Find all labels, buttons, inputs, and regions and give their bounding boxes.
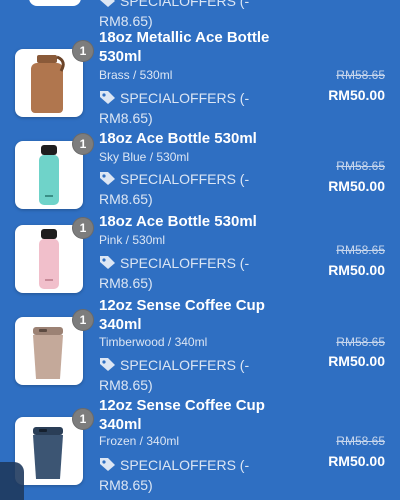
original-price: RM58.65 xyxy=(336,159,385,173)
cart-item-list: SPECIALOFFERS (- RM8.65) 1 18oz Metallic… xyxy=(0,0,400,500)
discounted-price: RM50.00 xyxy=(328,262,385,278)
discounted-price: RM50.00 xyxy=(328,178,385,194)
discount-code-line2: RM8.65) xyxy=(99,191,153,207)
discount-code-line2: RM8.65) xyxy=(99,275,153,291)
discount-code-line1: SPECIALOFFERS (- xyxy=(120,357,250,373)
product-thumbnail xyxy=(15,317,83,385)
discounted-price: RM50.00 xyxy=(328,453,385,469)
quantity-badge: 1 xyxy=(72,133,94,155)
quantity-badge: 1 xyxy=(72,408,94,430)
original-price: RM58.65 xyxy=(336,68,385,82)
discount-code-line2: RM8.65) xyxy=(99,477,153,493)
product-thumbnail xyxy=(29,0,81,6)
discount-code-line2: RM8.65) xyxy=(99,13,153,29)
product-variant: Pink / 530ml xyxy=(99,233,166,247)
product-thumbnail xyxy=(15,225,83,293)
original-price: RM58.65 xyxy=(336,434,385,448)
discount-code-line2: RM8.65) xyxy=(99,377,153,393)
product-name: 18oz Metallic Ace Bottle 530ml xyxy=(99,29,270,65)
product-name: 12oz Sense Coffee Cup 340ml xyxy=(99,297,265,333)
product-name: 18oz Ace Bottle 530ml xyxy=(99,130,257,147)
product-variant: Frozen / 340ml xyxy=(99,434,180,448)
discount-code-line1: SPECIALOFFERS (- xyxy=(120,0,250,9)
product-thumbnail xyxy=(15,49,83,117)
discount-code-line1: SPECIALOFFERS (- xyxy=(120,171,250,187)
chat-widget-button[interactable] xyxy=(0,462,24,500)
discount-code-line1: SPECIALOFFERS (- xyxy=(120,90,250,106)
discount-code: SPECIALOFFERS (- RM8.65) xyxy=(99,355,279,395)
quantity-badge: 1 xyxy=(72,40,94,62)
discount-code: SPECIALOFFERS (- RM8.65) xyxy=(99,253,279,293)
discount-code-line2: RM8.65) xyxy=(99,110,153,126)
discount-code: SPECIALOFFERS (- RM8.65) xyxy=(99,0,249,31)
original-price: RM58.65 xyxy=(336,243,385,257)
original-price: RM58.65 xyxy=(336,335,385,349)
product-thumbnail xyxy=(15,417,83,485)
discount-code-line1: SPECIALOFFERS (- xyxy=(120,457,250,473)
quantity-badge: 1 xyxy=(72,217,94,239)
tag-icon xyxy=(99,357,116,372)
quantity-badge: 1 xyxy=(72,309,94,331)
discount-code-line1: SPECIALOFFERS (- xyxy=(120,255,250,271)
tag-icon xyxy=(99,457,116,472)
discounted-price: RM50.00 xyxy=(328,353,385,369)
tag-icon xyxy=(99,255,116,270)
discounted-price: RM50.00 xyxy=(328,87,385,103)
discount-code: SPECIALOFFERS (- RM8.65) xyxy=(99,169,279,209)
product-name: 18oz Ace Bottle 530ml xyxy=(99,213,257,230)
product-variant: Timberwood / 340ml xyxy=(99,335,208,349)
discount-code: SPECIALOFFERS (- RM8.65) xyxy=(99,88,279,128)
product-name: 12oz Sense Coffee Cup 340ml xyxy=(99,397,265,433)
product-thumbnail xyxy=(15,141,83,209)
tag-icon xyxy=(99,0,116,8)
tag-icon xyxy=(99,171,116,186)
tag-icon xyxy=(99,90,116,105)
product-variant: Brass / 530ml xyxy=(99,68,173,82)
discount-code: SPECIALOFFERS (- RM8.65) xyxy=(99,455,279,495)
product-variant: Sky Blue / 530ml xyxy=(99,150,190,164)
